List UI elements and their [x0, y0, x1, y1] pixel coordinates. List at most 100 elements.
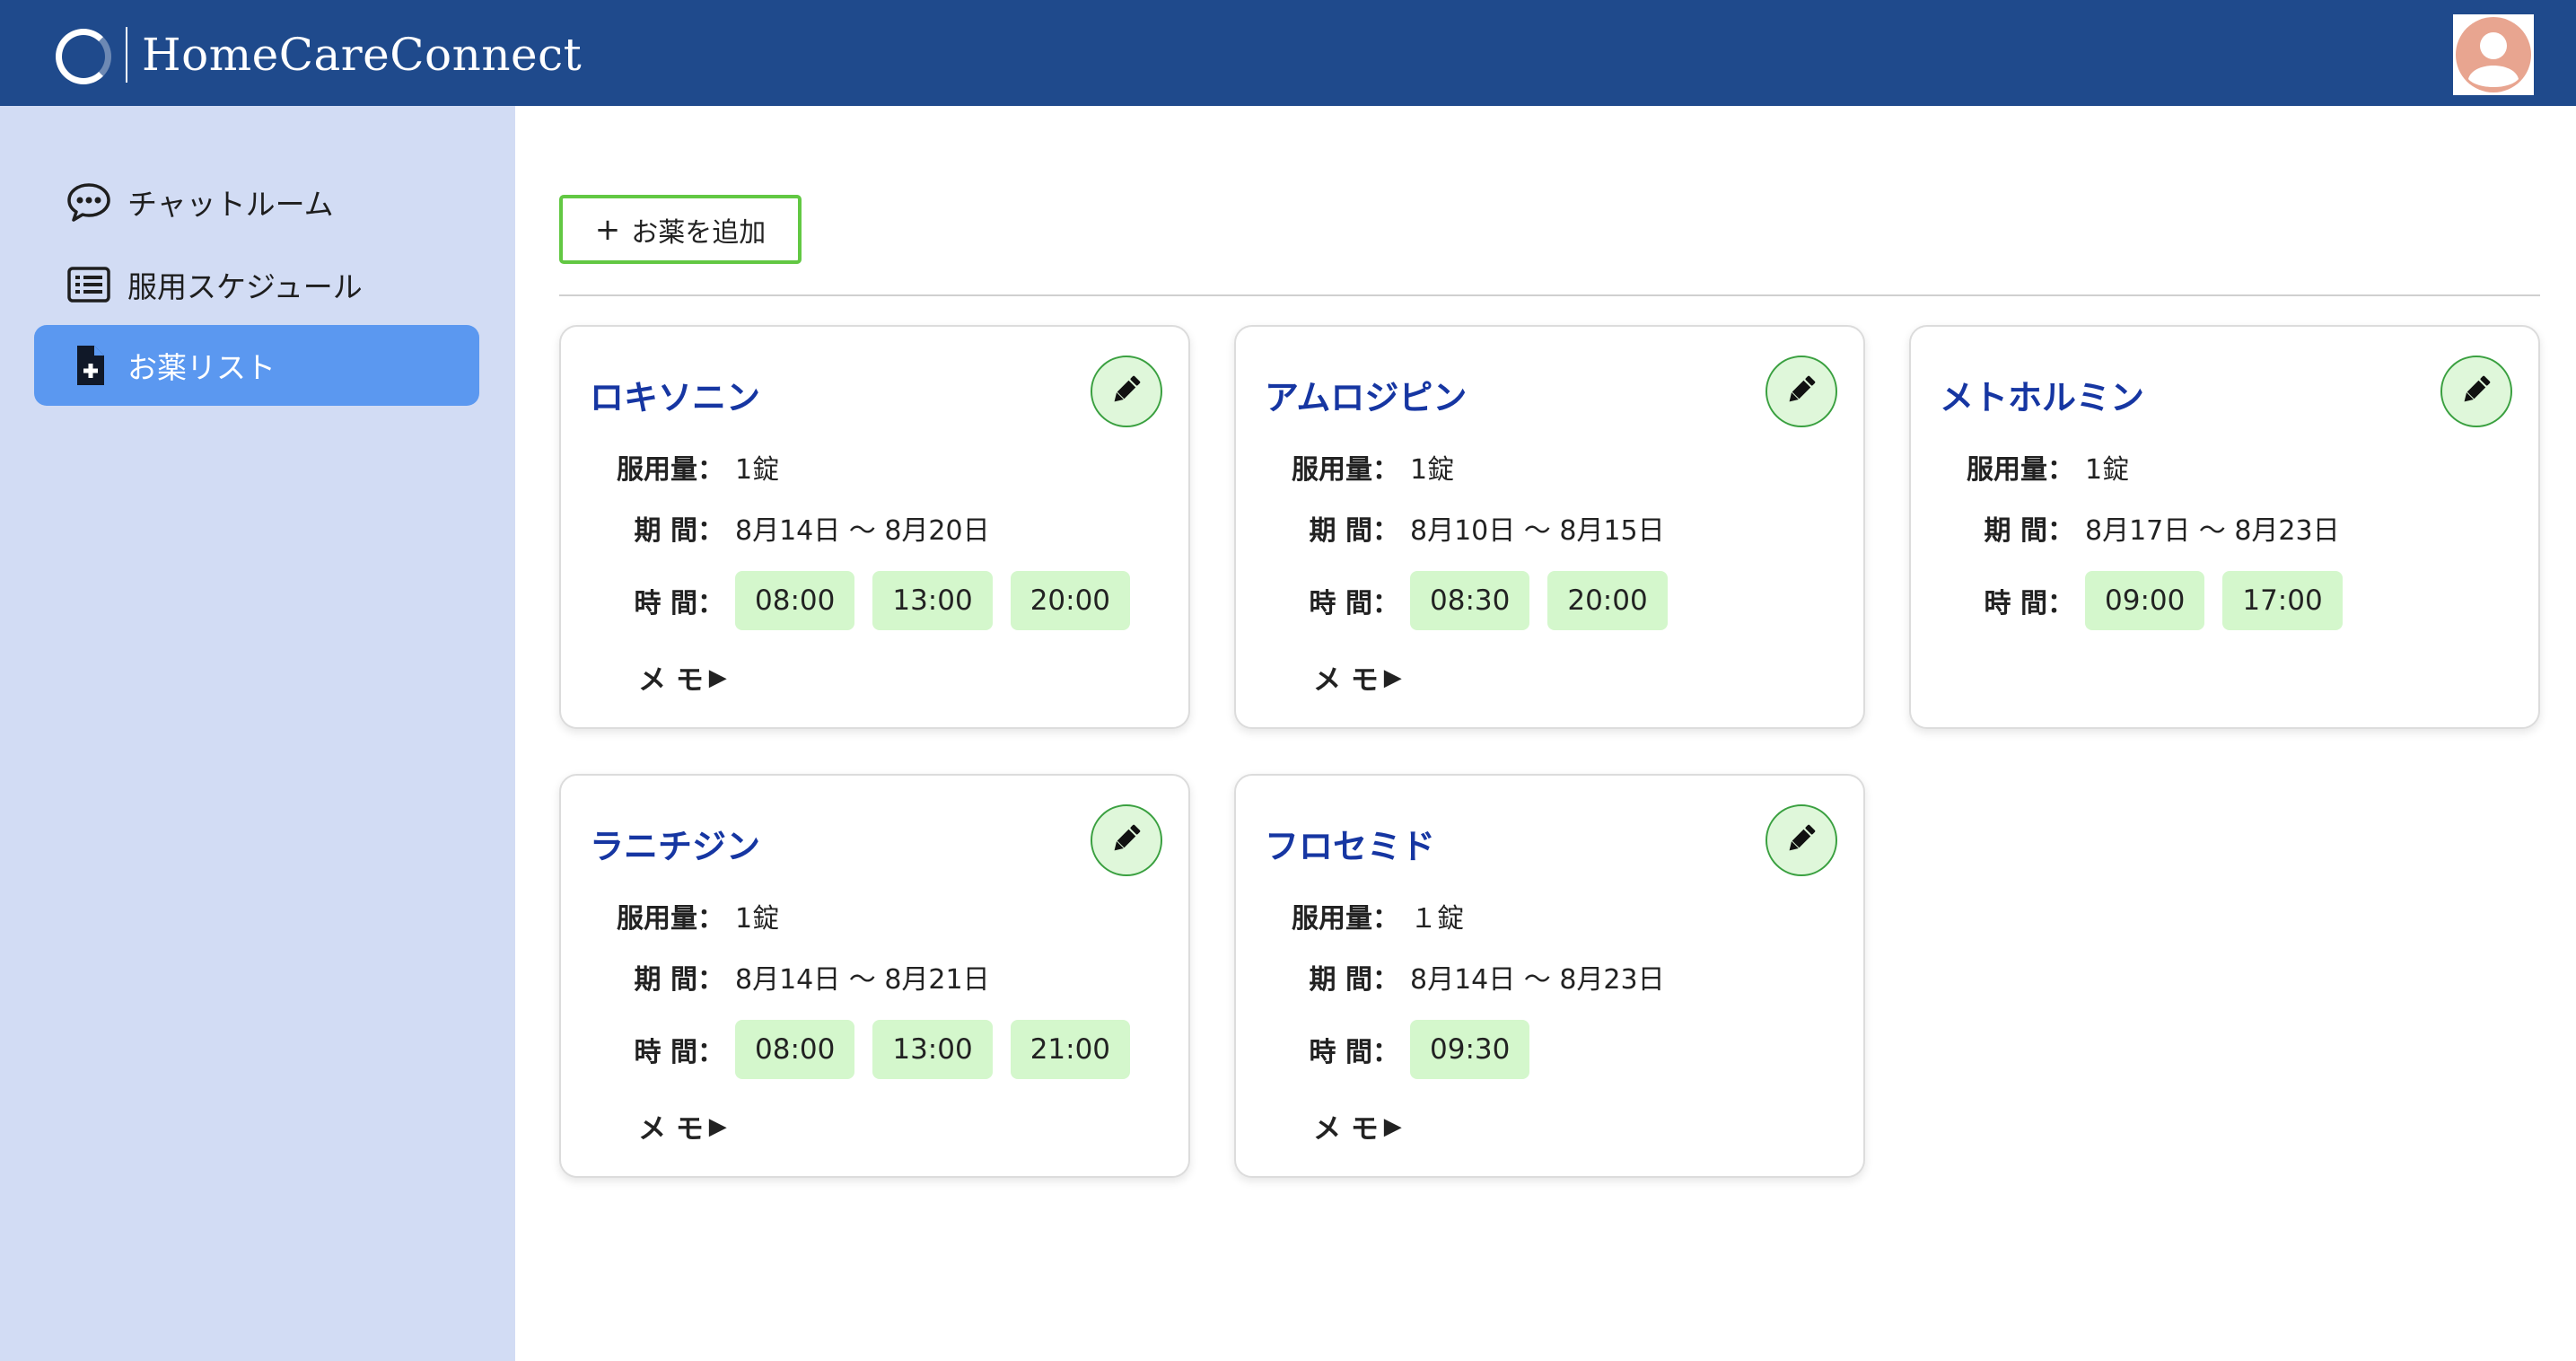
time-row: 時 間： 08:00 13:00 20:00 [561, 571, 1131, 630]
memo-toggle[interactable]: メ モ ▶ [638, 657, 727, 698]
user-avatar-icon[interactable] [2453, 14, 2534, 95]
time-chip: 21:00 [1010, 1020, 1131, 1079]
memo-label: メ モ [638, 664, 704, 697]
time-chips: 08:00 13:00 20:00 [735, 571, 1131, 630]
triangle-right-icon: ▶ [1383, 1112, 1402, 1140]
sidebar-item-chat-room[interactable]: チャットルーム [34, 162, 479, 242]
time-label: 時 間： [1309, 1037, 1399, 1068]
medication-card: ロキソニン 服用量： 1錠 期 間： 8月14日 〜 8月20日 時 間： 08… [559, 325, 1190, 729]
dose-value: 1錠 [735, 454, 780, 486]
sidebar-item-label: お薬リスト [127, 350, 276, 385]
time-row: 時 間： 09:30 [1236, 1020, 1530, 1079]
medication-name: フロセミド [1265, 827, 1436, 866]
medication-name: ラニチジン [590, 827, 761, 866]
period-value: 8月10日 〜 8月15日 [1410, 515, 1665, 547]
memo-toggle[interactable]: メ モ ▶ [1313, 1106, 1402, 1146]
edit-button[interactable] [1766, 804, 1837, 876]
time-chip: 13:00 [872, 571, 993, 630]
period-row: 期 間： 8月10日 〜 8月15日 [1236, 508, 1665, 548]
dose-label: 服用量： [1292, 903, 1399, 935]
dose-label: 服用量： [1292, 454, 1399, 486]
dose-value: 1錠 [1410, 454, 1455, 486]
time-chip: 08:00 [735, 571, 855, 630]
edit-button[interactable] [1091, 804, 1162, 876]
edit-button[interactable] [1091, 356, 1162, 427]
list-icon [67, 267, 110, 303]
edit-button[interactable] [2440, 356, 2512, 427]
pencil-icon [1783, 372, 1819, 411]
period-row: 期 間： 8月17日 〜 8月23日 [1911, 508, 2340, 548]
dose-label: 服用量： [617, 903, 724, 935]
time-chips: 09:30 [1410, 1020, 1530, 1079]
dose-row: 服用量： 1錠 [561, 896, 779, 935]
period-label: 期 間： [1309, 515, 1399, 547]
add-medication-button[interactable]: + お薬を追加 [559, 195, 802, 264]
add-medication-label: お薬を追加 [631, 216, 767, 249]
dose-value: 1錠 [735, 903, 780, 935]
time-chip: 17:00 [2222, 571, 2343, 630]
edit-button[interactable] [1766, 356, 1837, 427]
sidebar-item-label: 服用スケジュール [127, 269, 363, 304]
period-label: 期 間： [1309, 964, 1399, 996]
time-label: 時 間： [634, 1037, 724, 1068]
time-chip: 08:30 [1410, 571, 1530, 630]
medical-file-icon [77, 346, 104, 385]
chat-bubble-icon [67, 183, 110, 222]
memo-label: メ モ [1313, 1113, 1379, 1146]
period-value: 8月14日 〜 8月20日 [735, 515, 990, 547]
memo-label: メ モ [638, 1113, 704, 1146]
dose-value: １錠 [1410, 903, 1464, 935]
period-row: 期 間： 8月14日 〜 8月23日 [1236, 957, 1665, 997]
period-label: 期 間： [634, 964, 724, 996]
medication-card: アムロジピン 服用量： 1錠 期 間： 8月10日 〜 8月15日 時 間： 0… [1234, 325, 1865, 729]
time-chip: 09:00 [2085, 571, 2205, 630]
period-label: 期 間： [634, 515, 724, 547]
time-chips: 08:00 13:00 21:00 [735, 1020, 1131, 1079]
medication-name: ロキソニン [590, 378, 761, 417]
period-label: 期 間： [1984, 515, 2074, 547]
time-chip: 20:00 [1547, 571, 1668, 630]
period-value: 8月17日 〜 8月23日 [2085, 515, 2340, 547]
dose-row: 服用量： 1錠 [1236, 447, 1454, 487]
pencil-icon [1108, 821, 1144, 860]
memo-label: メ モ [1313, 664, 1379, 697]
sidebar: チャットルーム 服用スケジュール お薬リスト [0, 106, 515, 1361]
dose-row: 服用量： 1錠 [1911, 447, 2129, 487]
medication-card: メトホルミン 服用量： 1錠 期 間： 8月17日 〜 8月23日 時 間： 0… [1909, 325, 2540, 729]
circle-logo-icon [56, 29, 111, 84]
plus-icon: + [594, 211, 621, 248]
time-label: 時 間： [634, 588, 724, 619]
memo-toggle[interactable]: メ モ ▶ [638, 1106, 727, 1146]
dose-row: 服用量： １錠 [1236, 896, 1464, 935]
sidebar-item-schedule[interactable]: 服用スケジュール [34, 244, 479, 325]
medication-name: メトホルミン [1940, 378, 2145, 417]
pencil-icon [1783, 821, 1819, 860]
triangle-right-icon: ▶ [708, 1112, 727, 1140]
time-chip: 20:00 [1010, 571, 1131, 630]
period-value: 8月14日 〜 8月23日 [1410, 964, 1665, 996]
logo-divider [126, 27, 127, 83]
pencil-icon [2458, 372, 2494, 411]
pencil-icon [1108, 372, 1144, 411]
sidebar-item-medication-list[interactable]: お薬リスト [34, 325, 479, 406]
time-row: 時 間： 08:00 13:00 21:00 [561, 1020, 1131, 1079]
time-row: 時 間： 09:00 17:00 [1911, 571, 2343, 630]
sidebar-item-label: チャットルーム [127, 187, 334, 222]
medication-name: アムロジピン [1265, 378, 1468, 417]
time-chips: 09:00 17:00 [2085, 571, 2343, 630]
period-row: 期 間： 8月14日 〜 8月20日 [561, 508, 990, 548]
time-label: 時 間： [1309, 588, 1399, 619]
dose-label: 服用量： [617, 454, 724, 486]
time-row: 時 間： 08:30 20:00 [1236, 571, 1668, 630]
triangle-right-icon: ▶ [1383, 663, 1402, 691]
dose-label: 服用量： [1967, 454, 2074, 486]
time-chip: 08:00 [735, 1020, 855, 1079]
period-row: 期 間： 8月14日 〜 8月21日 [561, 957, 990, 997]
memo-toggle[interactable]: メ モ ▶ [1313, 657, 1402, 698]
divider [559, 294, 2540, 296]
triangle-right-icon: ▶ [708, 663, 727, 691]
medication-card: フロセミド 服用量： １錠 期 間： 8月14日 〜 8月23日 時 間： 09… [1234, 774, 1865, 1178]
time-label: 時 間： [1984, 588, 2074, 619]
brand-name: HomeCareConnect [142, 29, 583, 81]
app-header: HomeCareConnect [0, 0, 2576, 106]
